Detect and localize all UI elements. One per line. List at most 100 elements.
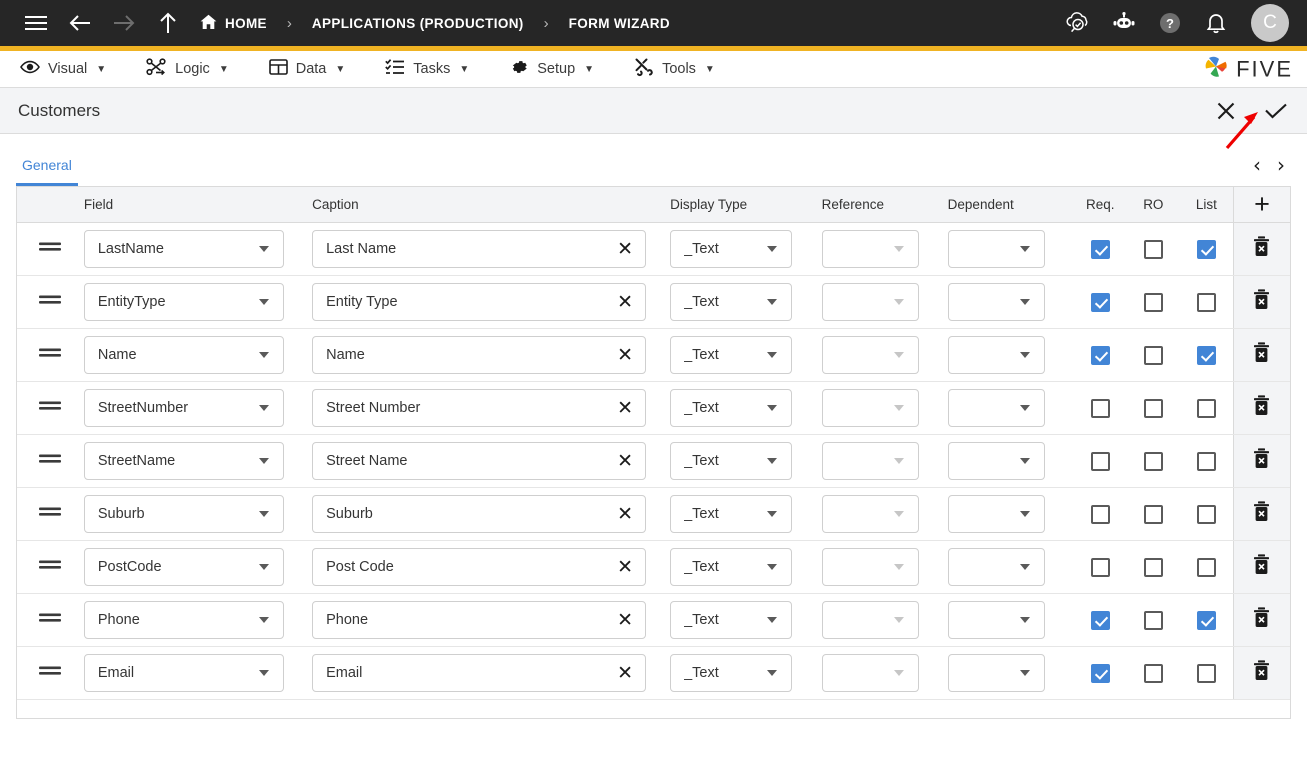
menu-item-tasks[interactable]: Tasks ▼ (379, 51, 485, 87)
delete-row-button[interactable] (1232, 329, 1290, 381)
caption-input[interactable]: Phone ✕ (312, 601, 647, 639)
delete-row-button[interactable] (1232, 382, 1290, 434)
readonly-checkbox[interactable] (1143, 451, 1163, 471)
reference-select[interactable] (821, 230, 919, 268)
caption-input[interactable]: Street Number ✕ (312, 389, 647, 427)
clear-icon[interactable]: ✕ (617, 451, 633, 471)
required-checkbox[interactable] (1090, 292, 1110, 312)
list-checkbox[interactable] (1196, 239, 1216, 259)
required-checkbox[interactable] (1090, 504, 1110, 524)
readonly-checkbox[interactable] (1143, 239, 1163, 259)
caption-input[interactable]: Email ✕ (312, 654, 647, 692)
list-checkbox[interactable] (1196, 345, 1216, 365)
delete-row-button[interactable] (1232, 488, 1290, 540)
field-select[interactable]: StreetNumber (83, 389, 284, 427)
display-type-select[interactable]: _Text (670, 283, 793, 321)
drag-handle-icon[interactable] (17, 399, 84, 417)
caption-input[interactable]: Last Name ✕ (312, 230, 647, 268)
clear-icon[interactable]: ✕ (617, 398, 633, 418)
field-select[interactable]: LastName (83, 230, 284, 268)
list-checkbox[interactable] (1196, 663, 1216, 683)
caption-input[interactable]: Name ✕ (312, 336, 647, 374)
readonly-checkbox[interactable] (1143, 610, 1163, 630)
caption-input[interactable]: Post Code ✕ (312, 548, 647, 586)
readonly-checkbox[interactable] (1143, 557, 1163, 577)
delete-row-button[interactable] (1232, 647, 1290, 699)
dependent-select[interactable] (947, 548, 1045, 586)
arrow-up-icon[interactable] (146, 3, 190, 43)
required-checkbox[interactable] (1090, 557, 1110, 577)
list-checkbox[interactable] (1196, 557, 1216, 577)
drag-handle-icon[interactable] (17, 452, 84, 470)
clear-icon[interactable]: ✕ (617, 345, 633, 365)
reference-select[interactable] (821, 283, 919, 321)
reference-select[interactable] (821, 442, 919, 480)
required-checkbox[interactable] (1090, 451, 1110, 471)
drag-handle-icon[interactable] (17, 240, 84, 258)
reference-select[interactable] (821, 654, 919, 692)
display-type-select[interactable]: _Text (670, 336, 793, 374)
drag-handle-icon[interactable] (17, 664, 84, 682)
field-select[interactable]: Email (83, 654, 284, 692)
reference-select[interactable] (821, 495, 919, 533)
readonly-checkbox[interactable] (1143, 398, 1163, 418)
help-icon[interactable]: ? (1155, 8, 1185, 38)
add-row-button[interactable]: + (1232, 187, 1290, 222)
dependent-select[interactable] (947, 495, 1045, 533)
clear-icon[interactable]: ✕ (617, 292, 633, 312)
delete-row-button[interactable] (1232, 541, 1290, 593)
list-checkbox[interactable] (1196, 292, 1216, 312)
display-type-select[interactable]: _Text (670, 654, 793, 692)
required-checkbox[interactable] (1090, 239, 1110, 259)
reference-select[interactable] (821, 336, 919, 374)
reference-select[interactable] (821, 601, 919, 639)
field-select[interactable]: PostCode (83, 548, 284, 586)
delete-row-button[interactable] (1232, 276, 1290, 328)
delete-row-button[interactable] (1232, 435, 1290, 487)
list-checkbox[interactable] (1196, 610, 1216, 630)
clear-icon[interactable]: ✕ (617, 663, 633, 683)
readonly-checkbox[interactable] (1143, 292, 1163, 312)
dependent-select[interactable] (947, 336, 1045, 374)
caption-input[interactable]: Entity Type ✕ (312, 283, 647, 321)
save-check-button[interactable] (1259, 94, 1293, 128)
dependent-select[interactable] (947, 389, 1045, 427)
hamburger-icon[interactable] (14, 3, 58, 43)
display-type-select[interactable]: _Text (670, 495, 793, 533)
reference-select[interactable] (821, 548, 919, 586)
breadcrumb-item-applications[interactable]: APPLICATIONS (PRODUCTION) (310, 12, 526, 35)
clear-icon[interactable]: ✕ (617, 504, 633, 524)
required-checkbox[interactable] (1090, 345, 1110, 365)
notifications-bell-icon[interactable] (1201, 8, 1231, 38)
field-select[interactable]: Phone (83, 601, 284, 639)
required-checkbox[interactable] (1090, 663, 1110, 683)
dependent-select[interactable] (947, 283, 1045, 321)
display-type-select[interactable]: _Text (670, 442, 793, 480)
menu-item-data[interactable]: Data ▼ (263, 51, 362, 87)
chevron-left-icon[interactable]: ‹ (1253, 155, 1261, 175)
field-select[interactable]: StreetName (83, 442, 284, 480)
display-type-select[interactable]: _Text (670, 601, 793, 639)
required-checkbox[interactable] (1090, 610, 1110, 630)
caption-input[interactable]: Street Name ✕ (312, 442, 647, 480)
dependent-select[interactable] (947, 654, 1045, 692)
dependent-select[interactable] (947, 442, 1045, 480)
arrow-left-icon[interactable] (58, 3, 102, 43)
readonly-checkbox[interactable] (1143, 663, 1163, 683)
avatar[interactable]: C (1251, 4, 1289, 42)
menu-item-tools[interactable]: Tools ▼ (628, 51, 731, 87)
readonly-checkbox[interactable] (1143, 345, 1163, 365)
delete-row-button[interactable] (1232, 223, 1290, 275)
display-type-select[interactable]: _Text (670, 230, 793, 268)
caption-input[interactable]: Suburb ✕ (312, 495, 647, 533)
list-checkbox[interactable] (1196, 504, 1216, 524)
breadcrumb-item-form-wizard[interactable]: FORM WIZARD (567, 12, 672, 35)
field-select[interactable]: Name (83, 336, 284, 374)
display-type-select[interactable]: _Text (670, 548, 793, 586)
dependent-select[interactable] (947, 601, 1045, 639)
menu-item-logic[interactable]: Logic ▼ (140, 51, 245, 87)
close-icon[interactable] (1209, 94, 1243, 128)
clear-icon[interactable]: ✕ (617, 239, 633, 259)
drag-handle-icon[interactable] (17, 293, 84, 311)
drag-handle-icon[interactable] (17, 505, 84, 523)
